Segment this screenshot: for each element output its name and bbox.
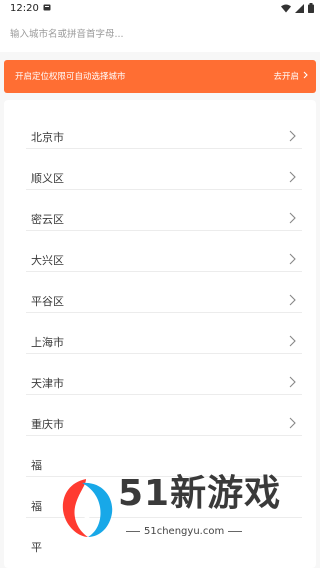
chevron-right-icon <box>303 71 308 82</box>
city-row-chongqing[interactable]: 重庆市 <box>4 395 316 436</box>
city-label: 福 <box>31 459 42 472</box>
enable-location-label: 去开启 <box>273 72 299 82</box>
city-row-tianjin[interactable]: 天津市 <box>4 354 316 395</box>
status-time: 12:20 <box>10 3 39 14</box>
city-label: 天津市 <box>31 377 64 390</box>
enable-location-button[interactable]: 去开启 <box>273 70 308 82</box>
chevron-right-icon <box>289 332 296 351</box>
city-row-shunyi[interactable]: 顺义区 <box>4 149 316 190</box>
city-label: 福 <box>31 500 42 513</box>
chevron-right-icon <box>289 414 296 433</box>
location-permission-banner[interactable]: 开启定位权限可自动选择城市 去开启 <box>4 60 316 93</box>
city-label: 北京市 <box>31 131 64 144</box>
chevron-right-icon <box>289 373 296 392</box>
banner-text: 开启定位权限可自动选择城市 <box>15 72 126 82</box>
notification-icon <box>43 4 51 12</box>
search-bar <box>0 18 320 52</box>
watermark-brand: 51新游戏 <box>118 473 282 514</box>
status-icons <box>281 3 314 16</box>
watermark-url-group: 51chengyu.com <box>126 526 243 537</box>
city-row-pinggu[interactable]: 平谷区 <box>4 272 316 313</box>
divider <box>228 531 243 532</box>
city-row-shanghai[interactable]: 上海市 <box>4 313 316 354</box>
city-row-daxing[interactable]: 大兴区 <box>4 231 316 272</box>
signal-icon <box>295 3 304 16</box>
wifi-icon <box>281 4 291 16</box>
city-label: 重庆市 <box>31 418 64 431</box>
chevron-right-icon <box>289 168 296 187</box>
city-row-miyun[interactable]: 密云区 <box>4 190 316 231</box>
city-label: 大兴区 <box>31 254 64 267</box>
status-bar: 12:20 <box>0 0 320 18</box>
search-input[interactable] <box>10 26 290 42</box>
watermark-url: 51chengyu.com <box>144 526 225 537</box>
chevron-right-icon <box>289 209 296 228</box>
watermark-logo-icon <box>58 475 116 545</box>
chevron-right-icon <box>289 250 296 269</box>
city-label: 平谷区 <box>31 295 64 308</box>
city-row-beijing[interactable]: 北京市 <box>4 108 316 149</box>
battery-icon <box>308 3 314 16</box>
city-label: 密云区 <box>31 213 64 226</box>
chevron-right-icon <box>289 127 296 146</box>
city-label: 平 <box>31 541 42 554</box>
city-label: 顺义区 <box>31 172 64 185</box>
chevron-right-icon <box>289 291 296 310</box>
watermark: 51新游戏 51chengyu.com <box>58 470 298 550</box>
city-label: 上海市 <box>31 336 64 349</box>
divider <box>126 531 140 532</box>
